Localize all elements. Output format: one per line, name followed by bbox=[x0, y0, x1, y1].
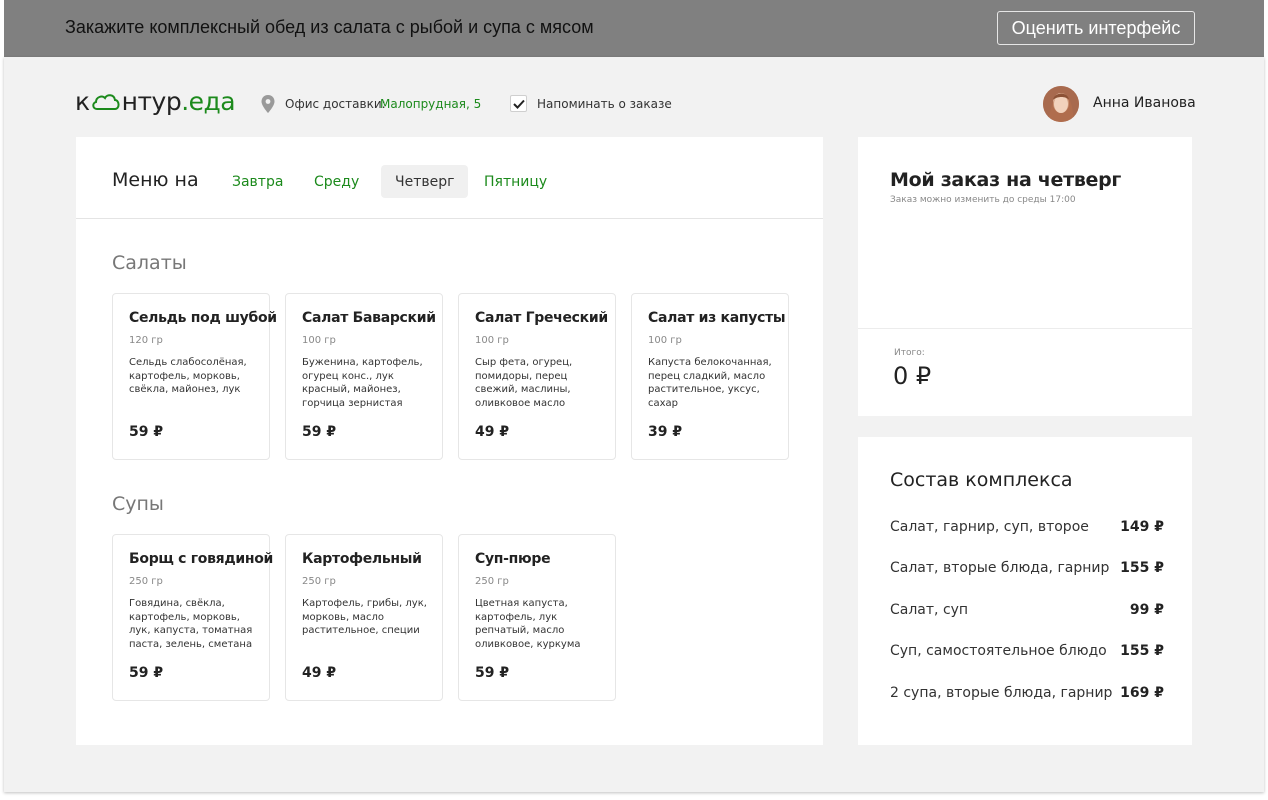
divider bbox=[858, 328, 1192, 329]
dish-name: Борщ с говядиной bbox=[129, 551, 274, 567]
dish-weight: 100 гр bbox=[648, 335, 682, 346]
menu-title: Меню на bbox=[112, 169, 199, 191]
order-title: Мой заказ на четверг bbox=[890, 169, 1122, 191]
dish-price: 59 ₽ bbox=[129, 665, 164, 681]
task-bar: Закажите комплексный обед из салата с ры… bbox=[4, 0, 1264, 57]
dish-description: Сыр фета, огурец, помидоры, перец свежий… bbox=[475, 357, 573, 409]
combo-price: 155 ₽ bbox=[1120, 560, 1164, 576]
dish-name: Салат Баварский bbox=[302, 310, 436, 326]
dish-weight: 120 гр bbox=[129, 335, 163, 346]
combo-item[interactable]: Суп, самостоятельное блюдо 155 ₽ bbox=[890, 643, 1164, 663]
combo-name: Суп, самостоятельное блюдо bbox=[890, 643, 1107, 659]
dish-description: Говядина, свёкла, картофель, морковь, лу… bbox=[129, 598, 253, 650]
dish-description: Цветная капуста, картофель, лук репчатый… bbox=[475, 598, 581, 650]
avatar[interactable] bbox=[1043, 86, 1079, 122]
dish-name: Сельдь под шубой bbox=[129, 310, 277, 326]
total-value: 0 ₽ bbox=[893, 362, 932, 390]
combo-name: Салат, суп bbox=[890, 602, 969, 618]
logo-suffix: .еда bbox=[181, 87, 236, 116]
combo-price: 155 ₽ bbox=[1120, 643, 1164, 659]
rate-interface-button[interactable]: Оценить интерфейс bbox=[997, 11, 1195, 45]
dish-weight: 250 гр bbox=[129, 576, 163, 587]
cloud-icon bbox=[91, 93, 120, 110]
dish-weight: 100 гр bbox=[302, 335, 336, 346]
dish-name: Салат Греческий bbox=[475, 310, 608, 326]
dish-card[interactable]: Картофельный 250 гр Картофель, грибы, лу… bbox=[285, 534, 443, 701]
order-panel: Мой заказ на четверг Заказ можно изменит… bbox=[858, 137, 1192, 416]
dish-description: Буженина, картофель, огурец конс., лук к… bbox=[302, 357, 423, 409]
app-window: к нтур .еда Офис доставки: Малопрудная, … bbox=[4, 57, 1264, 792]
location-pin-icon bbox=[261, 95, 275, 113]
dish-description: Сельдь слабосолёная, картофель, морковь,… bbox=[129, 357, 247, 395]
dish-price: 49 ₽ bbox=[302, 665, 337, 681]
section-title-soups: Супы bbox=[112, 493, 164, 515]
remind-label: Напоминать о заказе bbox=[537, 97, 672, 111]
dish-weight: 250 гр bbox=[302, 576, 336, 587]
section-title-salads: Салаты bbox=[112, 252, 187, 274]
dish-price: 49 ₽ bbox=[475, 424, 510, 440]
checkmark-icon bbox=[512, 99, 525, 109]
logo-prefix: к bbox=[75, 87, 90, 116]
dish-description: Капуста белокочанная, перец сладкий, мас… bbox=[648, 357, 772, 409]
dish-card[interactable]: Салат Греческий 100 гр Сыр фета, огурец,… bbox=[458, 293, 616, 460]
logo[interactable]: к нтур .еда bbox=[75, 87, 236, 116]
menu-panel: Меню на Завтра Среду Четверг Пятницу Сал… bbox=[76, 137, 823, 745]
tab-thursday[interactable]: Четверг bbox=[381, 165, 469, 198]
avatar-photo bbox=[1043, 86, 1079, 122]
dish-description: Картофель, грибы, лук, морковь, масло ра… bbox=[302, 598, 427, 636]
combo-item[interactable]: Салат, вторые блюда, гарнир 155 ₽ bbox=[890, 560, 1164, 580]
user-name[interactable]: Анна Иванова bbox=[1093, 95, 1196, 111]
office-label: Офис доставки: bbox=[285, 97, 386, 111]
combo-name: 2 супа, вторые блюда, гарнир bbox=[890, 685, 1113, 701]
dish-card[interactable]: Салат из капусты 100 гр Капуста белокоча… bbox=[631, 293, 789, 460]
dish-name: Картофельный bbox=[302, 551, 422, 567]
tab-tomorrow[interactable]: Завтра bbox=[218, 165, 297, 198]
dish-card[interactable]: Борщ с говядиной 250 гр Говядина, свёкла… bbox=[112, 534, 274, 701]
dish-card[interactable]: Суп-пюре 250 гр Цветная капуста, картофе… bbox=[458, 534, 616, 701]
dish-weight: 250 гр bbox=[475, 576, 509, 587]
combo-name: Салат, вторые блюда, гарнир bbox=[890, 560, 1110, 576]
remind-checkbox[interactable] bbox=[510, 95, 527, 112]
dish-price: 59 ₽ bbox=[129, 424, 164, 440]
dish-name: Салат из капусты bbox=[648, 310, 786, 326]
office-address-link[interactable]: Малопрудная, 5 bbox=[380, 97, 481, 111]
dish-card[interactable]: Салат Баварский 100 гр Буженина, картофе… bbox=[285, 293, 443, 460]
combo-panel: Состав комплекса Салат, гарнир, суп, вто… bbox=[858, 437, 1192, 745]
dish-weight: 100 гр bbox=[475, 335, 509, 346]
tab-friday[interactable]: Пятницу bbox=[470, 165, 561, 198]
dish-price: 59 ₽ bbox=[302, 424, 337, 440]
combo-item[interactable]: Салат, гарнир, суп, второе 149 ₽ bbox=[890, 519, 1164, 539]
combo-price: 169 ₽ bbox=[1120, 685, 1164, 701]
combo-title: Состав комплекса bbox=[890, 469, 1073, 491]
combo-price: 149 ₽ bbox=[1120, 519, 1164, 535]
dish-name: Суп-пюре bbox=[475, 551, 551, 567]
order-deadline: Заказ можно изменить до среды 17:00 bbox=[890, 195, 1076, 205]
combo-item[interactable]: Салат, суп 99 ₽ bbox=[890, 602, 1164, 622]
tab-wednesday[interactable]: Среду bbox=[300, 165, 373, 198]
dish-card[interactable]: Сельдь под шубой 120 гр Сельдь слабосолё… bbox=[112, 293, 277, 460]
menu-header: Меню на Завтра Среду Четверг Пятницу bbox=[76, 137, 823, 219]
logo-mid: нтур bbox=[121, 87, 182, 116]
dish-price: 39 ₽ bbox=[648, 424, 683, 440]
total-label: Итого: bbox=[894, 348, 925, 358]
combo-price: 99 ₽ bbox=[1129, 602, 1164, 618]
combo-item[interactable]: 2 супа, вторые блюда, гарнир 169 ₽ bbox=[890, 685, 1164, 705]
dish-price: 59 ₽ bbox=[475, 665, 510, 681]
task-text: Закажите комплексный обед из салата с ры… bbox=[65, 17, 594, 37]
combo-name: Салат, гарнир, суп, второе bbox=[890, 519, 1089, 535]
